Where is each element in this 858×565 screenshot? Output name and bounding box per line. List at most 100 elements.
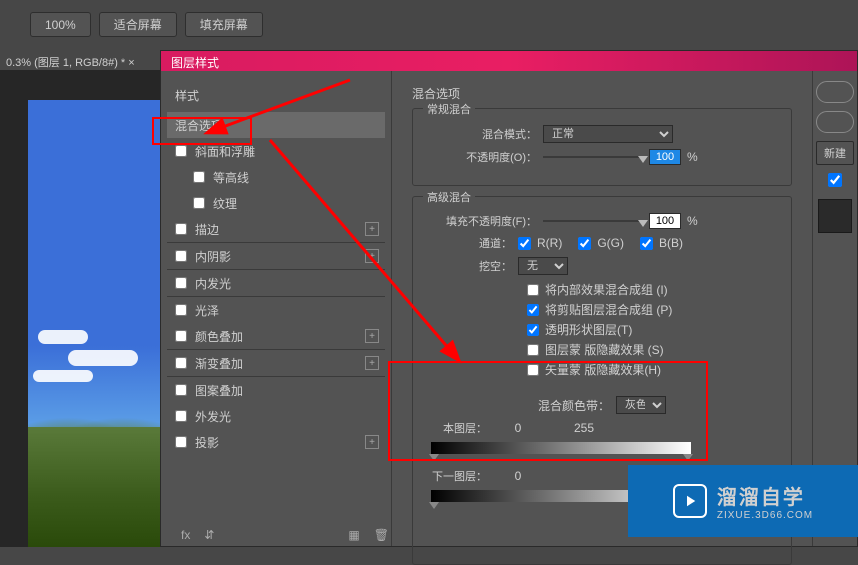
style-label: 图案叠加: [195, 382, 243, 399]
channel-g-checkbox[interactable]: [578, 237, 591, 250]
inner-glow-checkbox[interactable]: [175, 277, 187, 289]
knockout-select[interactable]: 无: [518, 257, 568, 275]
pct-label: %: [687, 150, 698, 164]
opacity-input[interactable]: 100: [649, 149, 681, 165]
document-tab[interactable]: 0.3% (图层 1, RGB/8#) * ×: [0, 52, 141, 72]
style-pattern-overlay[interactable]: 图案叠加: [167, 377, 385, 403]
channel-b-label: B(B): [659, 236, 683, 250]
style-color-overlay[interactable]: 颜色叠加 +: [167, 323, 385, 349]
color-overlay-checkbox[interactable]: [175, 330, 187, 342]
pattern-overlay-checkbox[interactable]: [175, 384, 187, 396]
style-drop-shadow[interactable]: 投影 +: [167, 429, 385, 455]
image-preview: [28, 100, 163, 547]
style-label: 外发光: [195, 408, 231, 425]
style-texture[interactable]: 纹理: [167, 190, 385, 216]
channel-g-label: G(G): [597, 236, 624, 250]
zoom-100-button[interactable]: 100%: [30, 12, 91, 37]
styles-panel: 样式 混合选项 斜面和浮雕 等高线 纹理 描边 + 内阴影 + 内发光 光泽 颜色叠…: [161, 71, 391, 546]
styles-header: 样式: [167, 81, 385, 110]
preview-swatch: [818, 199, 852, 233]
watermark-url: ZIXUE.3D66.COM: [717, 510, 813, 521]
general-blend-group: 常规混合 混合模式： 正常 不透明度(O)： 100 %: [412, 108, 792, 186]
bevel-checkbox[interactable]: [175, 145, 187, 157]
style-blend-options[interactable]: 混合选项: [167, 112, 385, 138]
style-stroke[interactable]: 描边 +: [167, 216, 385, 242]
preview-checkbox[interactable]: [828, 173, 842, 187]
style-outer-glow[interactable]: 外发光: [167, 403, 385, 429]
trash-icon[interactable]: 🗑: [374, 528, 389, 542]
style-gradient-overlay[interactable]: 渐变叠加 +: [167, 350, 385, 376]
contour-checkbox[interactable]: [193, 171, 205, 183]
blend-options-title: 混合选项: [412, 85, 792, 102]
inner-shadow-checkbox[interactable]: [175, 250, 187, 262]
this-layer-label: 本图层：: [427, 420, 487, 436]
style-label: 内发光: [195, 275, 231, 292]
knockout-label: 挖空：: [427, 258, 512, 274]
this-layer-gradient[interactable]: [431, 442, 691, 454]
add-stroke-icon[interactable]: +: [365, 222, 379, 236]
channel-r-label: R(R): [537, 236, 562, 250]
cancel-button[interactable]: [816, 111, 854, 133]
layer-mask-hides-checkbox[interactable]: [527, 344, 539, 356]
add-color-overlay-icon[interactable]: +: [365, 329, 379, 343]
stroke-checkbox[interactable]: [175, 223, 187, 235]
style-inner-shadow[interactable]: 内阴影 +: [167, 243, 385, 269]
style-label: 渐变叠加: [195, 355, 243, 372]
drop-shadow-checkbox[interactable]: [175, 436, 187, 448]
style-label: 光泽: [195, 302, 219, 319]
opacity-label: 不透明度(O)：: [427, 149, 537, 165]
blend-mode-select[interactable]: 正常: [543, 125, 673, 143]
add-gradient-overlay-icon[interactable]: +: [365, 356, 379, 370]
c2-label: 将剪贴图层混合成组 (P): [545, 301, 672, 318]
c5-label: 矢量蒙 版隐藏效果(H): [545, 361, 661, 378]
ok-button[interactable]: [816, 81, 854, 103]
general-blend-label: 常规混合: [423, 101, 475, 117]
style-label: 内阴影: [195, 248, 231, 265]
footer-up-down-icon[interactable]: ⇵: [204, 528, 214, 542]
opacity-slider[interactable]: [543, 150, 643, 164]
this-hi-value: 255: [549, 421, 619, 435]
blend-clipped-checkbox[interactable]: [527, 304, 539, 316]
channels-label: 通道：: [427, 235, 512, 251]
style-label: 纹理: [213, 195, 237, 212]
vector-mask-hides-checkbox[interactable]: [527, 364, 539, 376]
dialog-title: 图层样式: [161, 51, 857, 71]
blend-interior-checkbox[interactable]: [527, 284, 539, 296]
outer-glow-checkbox[interactable]: [175, 410, 187, 422]
style-contour[interactable]: 等高线: [167, 164, 385, 190]
footer-plus-icon[interactable]: ▦: [348, 528, 359, 542]
fill-opacity-slider[interactable]: [543, 214, 643, 228]
underlying-layer-label: 下一图层：: [427, 468, 487, 484]
fill-opacity-input[interactable]: 100: [649, 213, 681, 229]
new-style-button[interactable]: 新建: [816, 141, 854, 165]
texture-checkbox[interactable]: [193, 197, 205, 209]
add-inner-shadow-icon[interactable]: +: [365, 249, 379, 263]
play-icon: [673, 484, 707, 518]
style-bevel[interactable]: 斜面和浮雕: [167, 138, 385, 164]
style-label: 投影: [195, 434, 219, 451]
blend-if-select[interactable]: 灰色: [616, 396, 666, 414]
fit-screen-button[interactable]: 适合屏幕: [99, 12, 177, 37]
style-label: 颜色叠加: [195, 328, 243, 345]
advanced-blend-label: 高级混合: [423, 189, 475, 205]
style-label: 斜面和浮雕: [195, 143, 255, 160]
fx-icon[interactable]: fx: [181, 528, 190, 542]
transparency-shapes-checkbox[interactable]: [527, 324, 539, 336]
pct-label-2: %: [687, 214, 698, 228]
style-label: 等高线: [213, 169, 249, 186]
fill-screen-button[interactable]: 填充屏幕: [185, 12, 263, 37]
c3-label: 透明形状图层(T): [545, 321, 632, 338]
style-label: 混合选项: [175, 117, 223, 134]
channel-b-checkbox[interactable]: [640, 237, 653, 250]
style-satin[interactable]: 光泽: [167, 297, 385, 323]
style-inner-glow[interactable]: 内发光: [167, 270, 385, 296]
gradient-overlay-checkbox[interactable]: [175, 357, 187, 369]
c1-label: 将内部效果混合成组 (I): [545, 281, 668, 298]
watermark-name: 溜溜自学: [717, 481, 813, 510]
add-drop-shadow-icon[interactable]: +: [365, 435, 379, 449]
satin-checkbox[interactable]: [175, 304, 187, 316]
fill-opacity-label: 填充不透明度(F)：: [427, 213, 537, 229]
channel-r-checkbox[interactable]: [518, 237, 531, 250]
panel-footer: fx ⇵ ▦ 🗑: [181, 528, 389, 542]
style-label: 描边: [195, 221, 219, 238]
